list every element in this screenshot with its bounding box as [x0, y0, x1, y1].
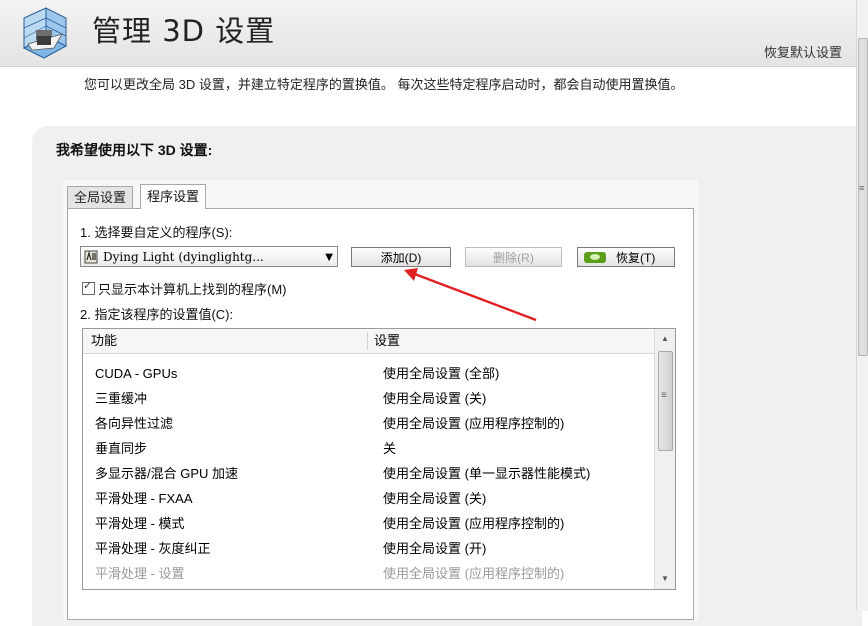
- feature-cell: 各向异性过滤: [95, 416, 174, 431]
- chevron-down-icon: ▼: [325, 252, 333, 263]
- show-only-found-row[interactable]: 只显示本计算机上找到的程序(M): [82, 279, 287, 298]
- feature-cell: 平滑处理 - 设置: [95, 566, 185, 581]
- add-button[interactable]: 添加(D): [351, 247, 451, 267]
- table-row[interactable]: CUDA - GPUs 使用全局设置 (全部): [83, 361, 655, 386]
- feature-cell: 垂直同步: [95, 441, 148, 456]
- scroll-down-icon[interactable]: ▼: [655, 571, 675, 587]
- feature-cell: CUDA - GPUs: [95, 366, 178, 381]
- table-row[interactable]: 平滑处理 - 设置 使用全局设置 (应用程序控制的): [83, 561, 655, 586]
- specify-settings-label: 2. 指定该程序的设置值(C):: [80, 307, 234, 322]
- settings-list[interactable]: 功能 设置 CUDA - GPUs 使用全局设置 (全部) 三重缓冲 使用全局设…: [82, 328, 676, 590]
- setting-cell[interactable]: 使用全局设置 (开): [383, 536, 486, 561]
- program-select-value: Dying Light (dyinglightg...: [103, 250, 264, 264]
- restore-defaults-link[interactable]: 恢复默认设置: [764, 42, 842, 61]
- feature-cell: 平滑处理 - 灰度纠正: [95, 541, 211, 556]
- column-divider[interactable]: [367, 332, 368, 350]
- list-scrollbar-thumb[interactable]: [658, 351, 673, 451]
- page-scrollbar-thumb[interactable]: [858, 38, 868, 356]
- feature-cell: 平滑处理 - FXAA: [95, 491, 193, 506]
- program-icon: [84, 250, 98, 264]
- page-title: 管理 3D 设置: [92, 14, 276, 48]
- select-program-label: 1. 选择要自定义的程序(S):: [80, 225, 233, 240]
- tab-global-settings[interactable]: 全局设置: [67, 186, 134, 209]
- table-row[interactable]: 各向异性过滤 使用全局设置 (应用程序控制的): [83, 411, 655, 436]
- table-row[interactable]: 平滑处理 - 灰度纠正 使用全局设置 (开): [83, 536, 655, 561]
- table-row[interactable]: 平滑处理 - 模式 使用全局设置 (应用程序控制的): [83, 511, 655, 536]
- feature-cell: 平滑处理 - 模式: [95, 516, 185, 531]
- program-select[interactable]: Dying Light (dyinglightg... ▼: [80, 246, 338, 267]
- remove-button[interactable]: 删除(R): [465, 247, 562, 267]
- setting-cell[interactable]: 使用全局设置 (全部): [383, 361, 499, 386]
- setting-cell[interactable]: 使用全局设置 (应用程序控制的): [383, 411, 564, 436]
- table-row[interactable]: 垂直同步 关: [83, 436, 655, 461]
- nvidia-logo-icon: [584, 252, 606, 263]
- setting-cell[interactable]: 使用全局设置 (应用程序控制的): [383, 511, 564, 536]
- nvidia-3d-settings-icon: [22, 7, 68, 59]
- tab-program-settings[interactable]: 程序设置: [140, 184, 207, 209]
- setting-cell[interactable]: 使用全局设置 (应用程序控制的): [383, 561, 564, 586]
- page-description: 您可以更改全局 3D 设置，并建立特定程序的置换值。 每次这些特定程序启动时，都…: [84, 77, 684, 92]
- setting-cell[interactable]: 关: [383, 436, 396, 461]
- scroll-up-icon[interactable]: ▲: [655, 331, 675, 347]
- feature-cell: 三重缓冲: [95, 391, 148, 406]
- setting-cell[interactable]: 使用全局设置 (单一显示器性能模式): [383, 461, 590, 486]
- feature-cell: 多显示器/混合 GPU 加速: [95, 466, 239, 481]
- restore-button[interactable]: 恢复(T): [577, 247, 675, 267]
- setting-cell[interactable]: 使用全局设置 (关): [383, 386, 486, 411]
- list-scrollbar[interactable]: ▲ ▼: [654, 329, 675, 589]
- restore-button-label: 恢复(T): [616, 251, 656, 265]
- header-bar: 管理 3D 设置 恢复默认设置: [0, 0, 856, 67]
- column-header-setting[interactable]: 设置: [374, 329, 400, 353]
- list-header: 功能 设置: [83, 329, 655, 354]
- page-scrollbar[interactable]: [856, 0, 868, 611]
- setting-cell[interactable]: 使用全局设置 (关): [383, 486, 486, 511]
- table-row[interactable]: 多显示器/混合 GPU 加速 使用全局设置 (单一显示器性能模式): [83, 461, 655, 486]
- column-header-feature[interactable]: 功能: [91, 329, 117, 353]
- show-only-found-label: 只显示本计算机上找到的程序(M): [98, 282, 287, 297]
- section-title: 我希望使用以下 3D 设置:: [56, 142, 213, 158]
- show-only-found-checkbox[interactable]: [82, 279, 95, 295]
- table-row[interactable]: 平滑处理 - FXAA 使用全局设置 (关): [83, 486, 655, 511]
- table-row[interactable]: 三重缓冲 使用全局设置 (关): [83, 386, 655, 411]
